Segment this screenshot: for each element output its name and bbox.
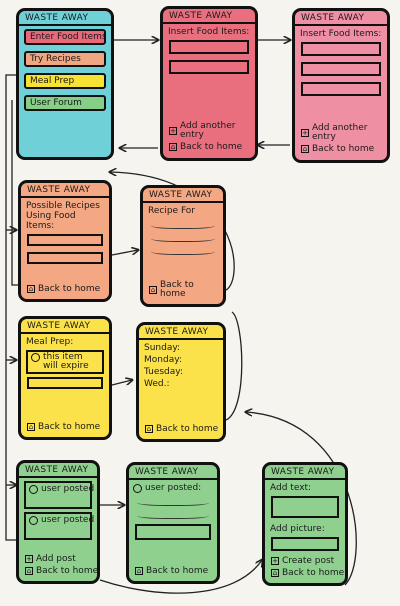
- meal-item[interactable]: [27, 377, 103, 389]
- insert-food-label: Insert Food Items:: [168, 27, 250, 37]
- add-entry-button[interactable]: + Add another entry: [169, 122, 252, 140]
- arrow-week-back: [225, 311, 243, 421]
- day-monday: Monday:: [144, 355, 182, 365]
- back-to-home-button[interactable]: ⌂ Back to home: [301, 144, 384, 154]
- app-title: WASTE AWAY: [265, 467, 345, 480]
- user-forum-button[interactable]: User Forum: [24, 95, 106, 111]
- food-item-input[interactable]: [169, 60, 249, 74]
- back-to-home-button[interactable]: ⌂ Back to home: [27, 284, 106, 294]
- expiry-warning: this item will expire: [26, 350, 104, 374]
- recipe-for-label: Recipe For: [148, 206, 196, 216]
- back-to-home-button[interactable]: ⌂ Back to home: [149, 281, 220, 299]
- food-item-input[interactable]: [301, 42, 381, 56]
- create-post-button[interactable]: + Create post: [271, 556, 342, 566]
- arrow-mealprep-to-week: [111, 380, 132, 386]
- avatar: [29, 515, 38, 525]
- home-icon: ⌂: [25, 566, 33, 575]
- post-text-input[interactable]: [271, 496, 339, 518]
- post-author: user posted:: [133, 483, 213, 493]
- recipe-option[interactable]: [27, 234, 103, 246]
- back-to-home-button[interactable]: ⌂ Back to home: [25, 566, 97, 576]
- meal-prep-label: Meal Prep:: [26, 337, 74, 347]
- user-forum-screen: WASTE AWAY user posted user posted + Add …: [16, 460, 100, 584]
- app-title: WASTE AWAY: [21, 321, 109, 334]
- app-title: WASTE AWAY: [129, 467, 217, 480]
- avatar: [29, 484, 38, 494]
- insert-food-screen-expanded: WASTE AWAY Insert Food Items: + Add anoth…: [292, 8, 390, 163]
- home-icon: ⌂: [169, 142, 177, 151]
- home-icon: ⌂: [271, 568, 279, 577]
- post-text: [137, 511, 209, 519]
- home-icon: ⌂: [145, 424, 153, 433]
- app-title: WASTE AWAY: [163, 11, 255, 24]
- forum-post[interactable]: user posted: [24, 512, 94, 540]
- add-entry-button[interactable]: + Add another entry: [301, 124, 384, 142]
- meal-prep-button[interactable]: Meal Prep: [24, 73, 106, 89]
- back-to-home-button[interactable]: ⌂ Back to home: [169, 142, 252, 152]
- post-view-screen: WASTE AWAY user posted: ⌂ Back to home: [126, 462, 220, 584]
- plus-icon: +: [271, 556, 279, 565]
- home-icon: ⌂: [149, 285, 157, 294]
- post-picture-input[interactable]: [271, 537, 339, 551]
- recipe-text: [151, 247, 215, 255]
- possible-recipes-label: Possible Recipes Using Food Items:: [26, 201, 100, 231]
- plus-icon: +: [169, 126, 177, 135]
- weekly-plan-screen: WASTE AWAY Sunday: Monday: Tuesday: Wed.…: [136, 322, 226, 442]
- app-title: WASTE AWAY: [295, 13, 387, 26]
- back-to-home-button[interactable]: ⌂ Back to home: [27, 422, 106, 432]
- home-icon: ⌂: [27, 284, 35, 293]
- reply-box[interactable]: [135, 524, 211, 540]
- back-to-home-button[interactable]: ⌂ Back to home: [271, 568, 344, 578]
- create-post-screen: WASTE AWAY Add text: Add picture: + Creat…: [262, 462, 348, 586]
- alert-icon: [31, 353, 40, 362]
- enter-food-items-button[interactable]: Enter Food Items: [24, 29, 106, 45]
- back-to-home-button[interactable]: ⌂ Back to home: [135, 566, 214, 576]
- insert-food-screen: WASTE AWAY Insert Food Items: + Add anoth…: [160, 6, 258, 161]
- plus-icon: +: [301, 128, 309, 137]
- home-screen: WASTE AWAY Enter Food Items Try Recipes …: [16, 8, 114, 160]
- home-icon: ⌂: [27, 422, 35, 431]
- back-to-home-button[interactable]: ⌂ Back to home: [145, 424, 220, 434]
- day-sunday: Sunday:: [144, 343, 181, 353]
- app-title: WASTE AWAY: [19, 13, 111, 26]
- app-title: WASTE AWAY: [21, 185, 109, 198]
- meal-prep-screen: WASTE AWAY Meal Prep: this item will exp…: [18, 316, 112, 440]
- food-item-input[interactable]: [169, 40, 249, 54]
- recipe-text: [151, 221, 215, 229]
- avatar: [133, 483, 142, 493]
- recipe-option[interactable]: [27, 252, 103, 264]
- home-icon: ⌂: [135, 566, 143, 575]
- add-post-button[interactable]: + Add post: [25, 554, 94, 564]
- app-title: WASTE AWAY: [139, 327, 223, 340]
- app-title: WASTE AWAY: [143, 190, 223, 203]
- home-icon: ⌂: [301, 144, 309, 153]
- add-text-label: Add text:: [270, 483, 312, 493]
- try-recipes-button[interactable]: Try Recipes: [24, 51, 106, 67]
- recipe-detail-screen: WASTE AWAY Recipe For ⌂ Back to home: [140, 185, 226, 307]
- possible-recipes-screen: WASTE AWAY Possible Recipes Using Food I…: [18, 180, 112, 302]
- insert-food-label: Insert Food Items:: [300, 29, 382, 39]
- wireframe-canvas: WASTE AWAY Enter Food Items Try Recipes …: [0, 0, 400, 606]
- post-text: [137, 498, 209, 506]
- recipe-text: [151, 234, 215, 242]
- app-title: WASTE AWAY: [19, 465, 97, 478]
- arrow-recipes-to-detail: [111, 250, 138, 256]
- food-item-input[interactable]: [301, 82, 381, 96]
- day-wednesday: Wed.:: [144, 379, 170, 389]
- day-tuesday: Tuesday:: [144, 367, 183, 377]
- add-picture-label: Add picture:: [270, 524, 325, 534]
- plus-icon: +: [25, 554, 33, 563]
- forum-post[interactable]: user posted: [24, 481, 94, 509]
- food-item-input[interactable]: [301, 62, 381, 76]
